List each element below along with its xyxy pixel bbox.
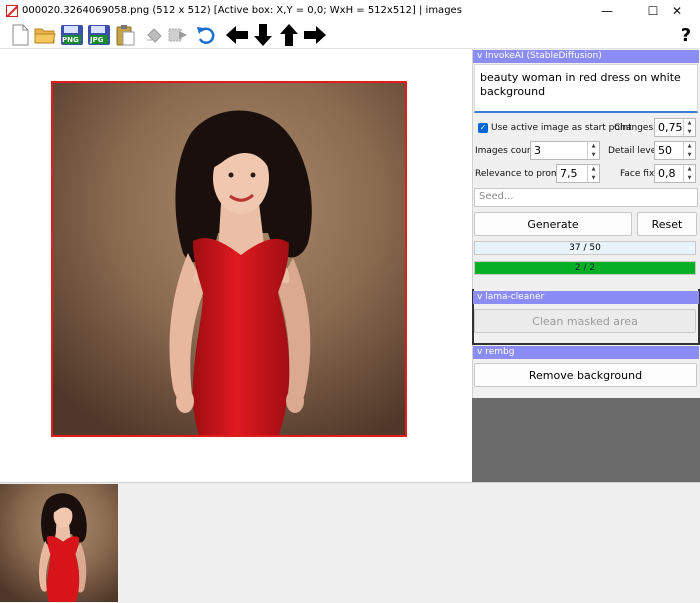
new-file-button[interactable]: [8, 23, 32, 47]
reset-button[interactable]: Reset: [637, 212, 697, 236]
face-fix-value: 0,8: [658, 167, 676, 180]
steps-progress: 37 / 50: [474, 241, 696, 255]
arrow-up-icon: [280, 24, 298, 46]
relevance-spinbox[interactable]: 7,5 ▲ ▼: [556, 164, 600, 183]
open-folder-button[interactable]: [33, 23, 57, 47]
spin-down-icon[interactable]: ▼: [684, 151, 695, 160]
window-title: 000020.3264069058.png (512 x 512) [Activ…: [22, 5, 462, 16]
paste-button[interactable]: [113, 23, 137, 47]
arrow-down-icon: [254, 24, 272, 46]
prompt-textarea[interactable]: beauty woman in red dress on white backg…: [474, 64, 698, 113]
minimize-button[interactable]: —: [584, 0, 630, 21]
spin-up-icon[interactable]: ▲: [588, 142, 599, 151]
spin-up-icon[interactable]: ▲: [684, 142, 695, 151]
close-button[interactable]: ✕: [654, 0, 700, 21]
use-active-checkbox[interactable]: ✓: [478, 123, 488, 133]
crop-button[interactable]: [166, 23, 190, 47]
rembg-header[interactable]: v rembg: [473, 346, 699, 359]
panel-empty-area: [472, 398, 700, 482]
app-icon: [6, 4, 18, 17]
move-left-button[interactable]: [224, 23, 250, 47]
spin-up-icon[interactable]: ▲: [588, 165, 599, 174]
detail-level-label: Detail level: [608, 146, 659, 156]
undo-icon: [197, 27, 215, 44]
face-fix-label: Face fix: [620, 169, 655, 179]
woman-photo: [53, 83, 405, 435]
folder-icon: [34, 28, 56, 44]
spin-down-icon[interactable]: ▼: [684, 128, 695, 137]
save-jpg-button[interactable]: JPG: [86, 23, 112, 47]
help-button[interactable]: ?: [676, 23, 696, 47]
arrow-right-icon: [304, 26, 326, 44]
images-count-spinbox[interactable]: 3 ▲ ▼: [530, 141, 600, 160]
move-down-button[interactable]: [251, 23, 275, 47]
jpg-label: JPG: [90, 36, 104, 44]
erase-button[interactable]: [142, 23, 166, 47]
clean-masked-area-button[interactable]: Clean masked area: [474, 309, 696, 333]
thumbnail-image[interactable]: [0, 484, 118, 602]
move-up-button[interactable]: [277, 23, 301, 47]
spin-down-icon[interactable]: ▼: [588, 151, 599, 160]
detail-level-value: 50: [658, 144, 672, 157]
remove-background-button[interactable]: Remove background: [474, 363, 697, 387]
crop-arrow-icon: [168, 28, 187, 42]
changes-spinbox[interactable]: 0,75 ▲ ▼: [654, 118, 696, 137]
close-icon: ✕: [671, 3, 683, 18]
face-fix-spinbox[interactable]: 0,8 ▲ ▼: [654, 164, 696, 183]
move-right-button[interactable]: [302, 23, 328, 47]
use-active-label: Use active image as start point: [491, 123, 632, 133]
spin-up-icon[interactable]: ▲: [684, 165, 695, 174]
relevance-label: Relevance to prompt: [475, 169, 569, 179]
images-progress: 2 / 2: [474, 261, 696, 275]
seed-input[interactable]: Seed...: [474, 188, 698, 207]
clipboard-icon: [116, 25, 135, 46]
active-image[interactable]: [51, 81, 407, 437]
minimize-icon: —: [601, 3, 613, 18]
new-file-icon: [12, 24, 29, 46]
image-canvas[interactable]: [0, 49, 472, 482]
help-icon: ?: [680, 24, 692, 46]
png-label: PNG: [62, 36, 79, 44]
detail-level-spinbox[interactable]: 50 ▲ ▼: [654, 141, 696, 160]
spin-down-icon[interactable]: ▼: [684, 174, 695, 183]
changes-value: 0,75: [658, 121, 683, 134]
invokeai-header[interactable]: v InvokeAI (StableDiffusion): [473, 50, 699, 63]
lama-cleaner-header[interactable]: v lama-cleaner: [473, 291, 699, 304]
relevance-value: 7,5: [560, 167, 578, 180]
changes-label: Changes: [614, 123, 654, 133]
generate-button[interactable]: Generate: [474, 212, 632, 236]
woman-thumbnail: [0, 484, 118, 602]
save-png-button[interactable]: PNG: [59, 23, 85, 47]
eraser-icon: [147, 28, 162, 43]
toolbar: PNG JPG ?: [0, 21, 700, 49]
images-count-value: 3: [534, 144, 541, 157]
arrow-left-icon: [226, 26, 248, 44]
undo-button[interactable]: [194, 23, 218, 47]
spin-down-icon[interactable]: ▼: [588, 174, 599, 183]
images-count-label: Images count: [475, 146, 537, 156]
spin-up-icon[interactable]: ▲: [684, 119, 695, 128]
